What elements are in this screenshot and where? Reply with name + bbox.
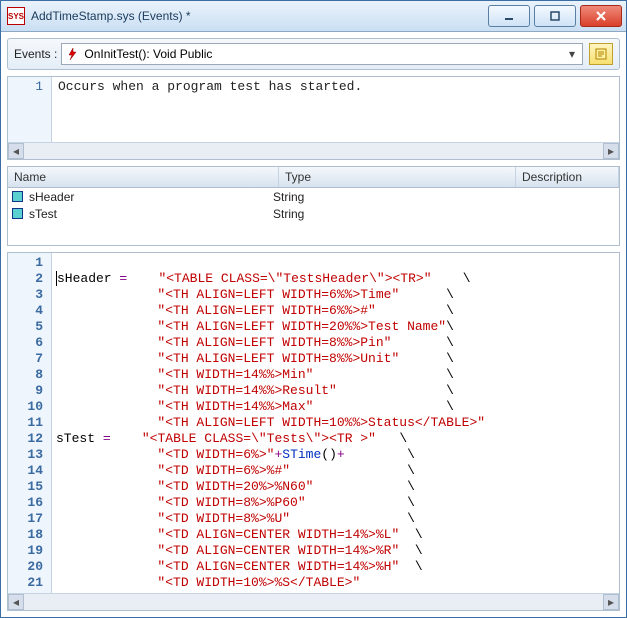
col-desc[interactable]: Description: [516, 167, 619, 187]
line-number: 5: [8, 319, 43, 335]
code-line[interactable]: "<TD ALIGN=CENTER WIDTH=14%>%H" \: [56, 559, 615, 575]
scroll-right-icon[interactable]: ▸: [603, 143, 619, 159]
code-line[interactable]: [56, 255, 615, 271]
var-name: sHeader: [29, 190, 273, 204]
variable-table: Name Type Description sHeaderStringsTest…: [7, 166, 620, 246]
line-number: 12: [8, 431, 43, 447]
scroll-track[interactable]: [24, 143, 603, 159]
minimize-button[interactable]: [488, 5, 530, 27]
events-dropdown[interactable]: OnInitTest(): Void Public ▾: [61, 43, 583, 65]
code-line[interactable]: "<TD WIDTH=6%>%#" \: [56, 463, 615, 479]
code-line[interactable]: "<TD ALIGN=CENTER WIDTH=14%>%R" \: [56, 543, 615, 559]
code-line[interactable]: "<TH WIDTH=14%%>Max" \: [56, 399, 615, 415]
events-label: Events :: [14, 47, 57, 61]
scroll-left-icon[interactable]: ◂: [8, 594, 24, 610]
var-name: sTest: [29, 207, 273, 221]
col-type[interactable]: Type: [279, 167, 516, 187]
scroll-left-icon[interactable]: ◂: [8, 143, 24, 159]
code-line[interactable]: "<TD WIDTH=8%>%U" \: [56, 511, 615, 527]
line-number: 10: [8, 399, 43, 415]
code-line[interactable]: "<TD WIDTH=8%>%P60" \: [56, 495, 615, 511]
code-line[interactable]: "<TH ALIGN=LEFT WIDTH=20%%>Test Name"\: [56, 319, 615, 335]
code-line[interactable]: "<TH ALIGN=LEFT WIDTH=6%%>#" \: [56, 303, 615, 319]
events-toolbar: Events : OnInitTest(): Void Public ▾: [7, 38, 620, 70]
variable-rows: sHeaderStringsTestString: [8, 188, 619, 222]
line-number: 1: [8, 79, 43, 95]
code-line[interactable]: "<TD WIDTH=20%>%N60" \: [56, 479, 615, 495]
line-number: 8: [8, 367, 43, 383]
line-number: 3: [8, 287, 43, 303]
line-number: 15: [8, 479, 43, 495]
line-number: 4: [8, 303, 43, 319]
code-line[interactable]: "<TH ALIGN=LEFT WIDTH=6%%>Time" \: [56, 287, 615, 303]
line-number: 7: [8, 351, 43, 367]
line-number: 19: [8, 543, 43, 559]
note-icon: [594, 47, 608, 61]
lightning-icon: [64, 46, 80, 62]
line-number: 18: [8, 527, 43, 543]
line-number: 14: [8, 463, 43, 479]
code-gutter: 12345678910111213141516171819202122: [8, 253, 52, 610]
events-selected: OnInitTest(): Void Public: [84, 47, 564, 61]
code-line[interactable]: "<TH ALIGN=LEFT WIDTH=8%%>Pin" \: [56, 335, 615, 351]
line-number: 9: [8, 383, 43, 399]
window-title: AddTimeStamp.sys (Events) *: [31, 9, 484, 23]
var-bullet-icon: [12, 191, 23, 202]
note-button[interactable]: [589, 43, 613, 65]
var-type: String: [273, 190, 501, 204]
code-line[interactable]: sTest = "<TABLE CLASS=\"Tests\"><TR >" \: [56, 431, 615, 447]
close-button[interactable]: [580, 5, 622, 27]
line-number: 17: [8, 511, 43, 527]
chevron-down-icon: ▾: [564, 47, 580, 61]
close-icon: [594, 10, 608, 22]
maximize-icon: [548, 10, 562, 22]
code-line[interactable]: "<TH WIDTH=14%%>Result" \: [56, 383, 615, 399]
line-number: 13: [8, 447, 43, 463]
line-number: 2: [8, 271, 43, 287]
code-line[interactable]: "<TD ALIGN=CENTER WIDTH=14%>%L" \: [56, 527, 615, 543]
events-window: SYS AddTimeStamp.sys (Events) * Events :…: [0, 0, 627, 618]
titlebar: SYS AddTimeStamp.sys (Events) *: [1, 1, 626, 32]
line-number: 16: [8, 495, 43, 511]
description-editor[interactable]: 1 Occurs when a program test has started…: [7, 76, 620, 160]
line-number: 21: [8, 575, 43, 591]
maximize-button[interactable]: [534, 5, 576, 27]
app-icon: SYS: [7, 7, 25, 25]
scroll-right-icon[interactable]: ▸: [603, 594, 619, 610]
code-line[interactable]: "<TH ALIGN=LEFT WIDTH=8%%>Unit" \: [56, 351, 615, 367]
code-line[interactable]: sHeader = "<TABLE CLASS=\"TestsHeader\">…: [56, 271, 615, 287]
minimize-icon: [502, 10, 516, 22]
line-number: 1: [8, 255, 43, 271]
line-number: 6: [8, 335, 43, 351]
table-row[interactable]: sTestString: [8, 205, 619, 222]
line-number: 11: [8, 415, 43, 431]
table-row[interactable]: sHeaderString: [8, 188, 619, 205]
var-type: String: [273, 207, 501, 221]
code-content[interactable]: sHeader = "<TABLE CLASS=\"TestsHeader\">…: [52, 253, 619, 610]
code-line[interactable]: "<TD WIDTH=6%>"+STime()+ \: [56, 447, 615, 463]
description-hscroll[interactable]: ◂ ▸: [8, 142, 619, 159]
var-bullet-icon: [12, 208, 23, 219]
code-hscroll[interactable]: ◂ ▸: [8, 593, 619, 610]
code-line[interactable]: "<TH ALIGN=LEFT WIDTH=10%%>Status</TABLE…: [56, 415, 615, 431]
variable-table-header: Name Type Description: [8, 167, 619, 188]
scroll-track[interactable]: [24, 594, 603, 610]
code-line[interactable]: "<TD WIDTH=10%>%S</TABLE>": [56, 575, 615, 591]
code-line[interactable]: "<TH WIDTH=14%%>Min" \: [56, 367, 615, 383]
col-name[interactable]: Name: [8, 167, 279, 187]
code-editor[interactable]: 12345678910111213141516171819202122 sHea…: [7, 252, 620, 611]
line-number: 20: [8, 559, 43, 575]
